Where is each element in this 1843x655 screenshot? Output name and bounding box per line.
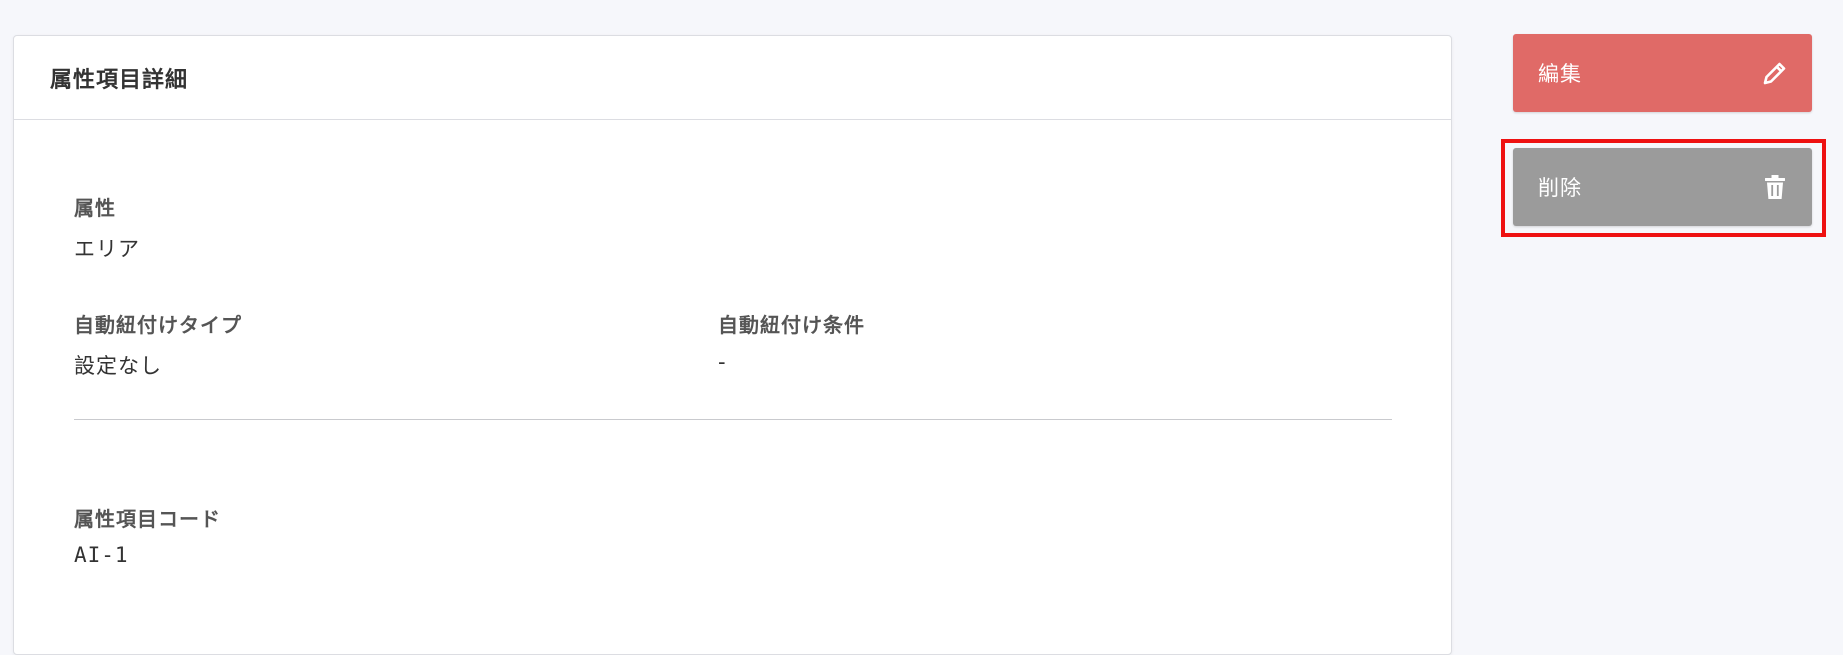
edit-button[interactable]: 編集 (1513, 34, 1812, 112)
auto-link-type-label: 自動紐付けタイプ (74, 313, 242, 337)
attribute-item-detail-card: 属性項目詳細 属性 エリア 自動紐付けタイプ 設定なし 自動紐付け条件 - 属性… (13, 35, 1452, 655)
pencil-icon (1760, 58, 1790, 88)
trash-icon (1760, 172, 1790, 202)
auto-link-condition-value: - (718, 350, 727, 374)
edit-button-label: 編集 (1538, 62, 1582, 86)
auto-link-type-value: 設定なし (74, 354, 162, 378)
delete-button[interactable]: 削除 (1513, 148, 1812, 226)
auto-link-condition-label: 自動紐付け条件 (718, 313, 865, 337)
delete-button-label: 削除 (1538, 176, 1582, 200)
attribute-item-code-label: 属性項目コード (74, 507, 221, 531)
attribute-item-code-value: AI-1 (74, 543, 129, 567)
attribute-value: エリア (74, 237, 140, 261)
section-divider (74, 419, 1392, 420)
attribute-label: 属性 (74, 196, 116, 220)
card-title: 属性項目詳細 (50, 67, 189, 93)
card-header: 属性項目詳細 (14, 36, 1451, 120)
